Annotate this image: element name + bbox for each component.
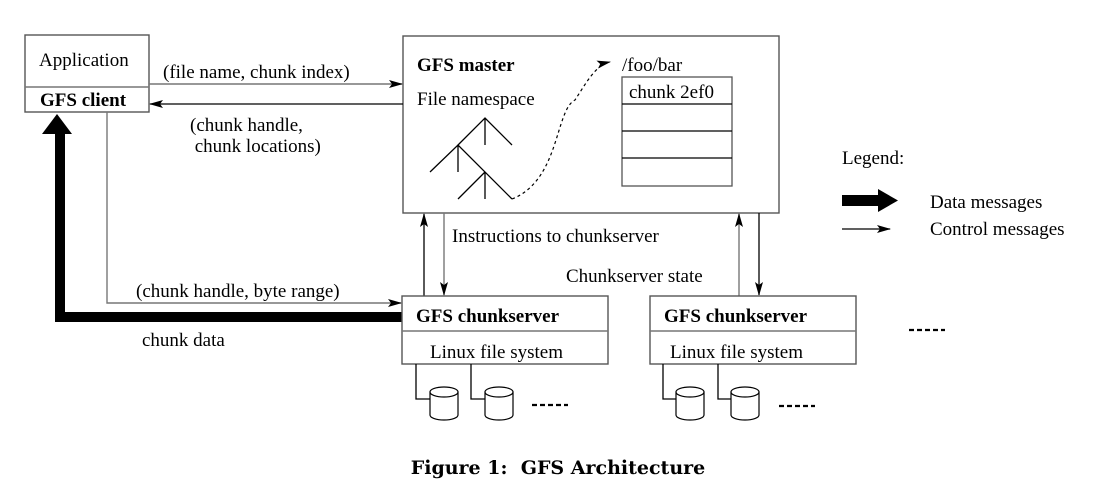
disk-icon [675, 386, 705, 421]
request-label: (file name, chunk index) [163, 62, 350, 83]
chunk-table-row: chunk 2ef0 [629, 82, 714, 103]
fs-label: Linux file system [430, 342, 563, 363]
disk-group-2 [662, 364, 815, 421]
chunk-data-label: chunk data [142, 330, 225, 351]
reply-label-2: chunk locations) [190, 136, 321, 157]
chunk-table: chunk 2ef0 [621, 76, 733, 187]
client-box: Application GFS client [24, 34, 150, 113]
reply-label-1: (chunk handle, [190, 115, 303, 136]
chunkserver-title: GFS chunkserver [416, 306, 560, 327]
instructions-label: Instructions to chunkserver [452, 226, 660, 247]
master-title: GFS master [417, 55, 515, 76]
disk-icon [730, 386, 760, 421]
fs-label: Linux file system [670, 342, 803, 363]
gfs-architecture-diagram: Application GFS client GFS master File n… [24, 34, 1065, 479]
thick-arrow-icon [842, 189, 898, 212]
legend-control-messages: Control messages [930, 219, 1065, 240]
namespace-label: File namespace [417, 89, 535, 110]
legend-data-messages: Data messages [930, 192, 1042, 213]
gfs-client-label: GFS client [40, 90, 127, 111]
chunkserver-box-2: GFS chunkserver Linux file system [649, 295, 857, 365]
disk-group-1 [415, 364, 568, 421]
file-path-label: /foo/bar [622, 55, 683, 76]
application-label: Application [39, 50, 129, 71]
disk-icon [484, 386, 514, 421]
legend-title: Legend: [842, 148, 904, 169]
chunkserver-box-1: GFS chunkserver Linux file system [401, 295, 609, 365]
state-label: Chunkserver state [566, 266, 703, 287]
figure-caption: Figure 1: GFS Architecture [411, 457, 706, 479]
chunkserver-title: GFS chunkserver [664, 306, 808, 327]
read-request-label: (chunk handle, byte range) [136, 281, 340, 302]
legend: Legend: Data messages Control messages [842, 148, 1065, 240]
master-box: GFS master File namespace /foo/bar chunk… [402, 35, 780, 214]
disk-icon [429, 386, 459, 421]
